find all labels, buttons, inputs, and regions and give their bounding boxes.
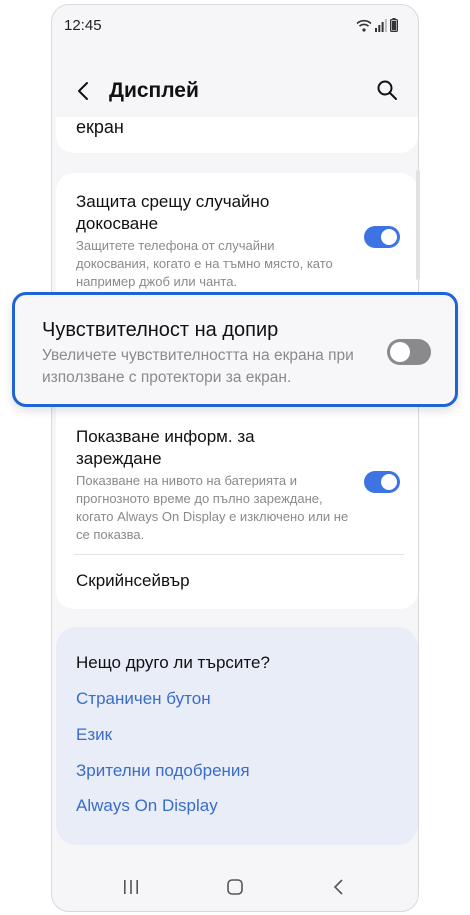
settings-item-label: екран: [76, 117, 124, 137]
toggle-knob: [381, 474, 397, 490]
charging-info-title: Показване информ. за зареждане: [76, 427, 255, 468]
page-title: Дисплей: [109, 79, 199, 102]
back-nav-icon[interactable]: [332, 879, 346, 895]
accidental-touch-row[interactable]: Защита срещу случайно докосване Защитете…: [56, 173, 418, 291]
charging-info-row[interactable]: Показване информ. за зареждане Показване…: [56, 417, 418, 549]
phone-frame: 12:45 Дисплей екран Защита срещу случайн…: [51, 4, 419, 912]
settings-item-screen[interactable]: екран: [56, 117, 418, 153]
accidental-touch-toggle[interactable]: [364, 226, 400, 248]
app-header: Дисплей: [52, 67, 418, 115]
battery-icon: [390, 18, 398, 32]
status-bar: 12:45: [52, 5, 418, 45]
navigation-bar: [52, 865, 418, 911]
accidental-touch-title: Защита срещу случайно докосване: [76, 192, 270, 233]
charging-info-description: Показване на нивото на батерията и прогн…: [76, 473, 349, 542]
suggestions-title: Нещо друго ли търсите?: [76, 653, 270, 672]
touch-sensitivity-toggle[interactable]: [387, 339, 431, 365]
phone-side-button: [416, 170, 420, 280]
accidental-touch-description: Защитете телефона от случайни докосвания…: [76, 238, 333, 289]
recent-apps-icon[interactable]: [122, 879, 140, 895]
home-icon[interactable]: [226, 879, 244, 895]
touch-sensitivity-description: Увеличете чувствителността на екрана при…: [42, 347, 354, 386]
suggestion-link-side-button[interactable]: Страничен бутон: [76, 689, 211, 709]
status-time: 12:45: [64, 17, 102, 34]
suggestions-card: Нещо друго ли търсите? Страничен бутон Е…: [56, 627, 418, 845]
toggle-knob: [381, 229, 397, 245]
charging-info-toggle[interactable]: [364, 471, 400, 493]
status-icons: [356, 18, 398, 32]
suggestion-link-visibility[interactable]: Зрителни подобрения: [76, 761, 250, 781]
toggle-knob: [390, 342, 410, 362]
touch-sensitivity-title: Чувствителност на допир: [42, 319, 279, 341]
screensaver-row[interactable]: Скрийнсейвър: [56, 555, 418, 609]
touch-sensitivity-row[interactable]: Чувствителност на допир Увеличете чувств…: [12, 292, 458, 407]
search-icon[interactable]: [376, 79, 398, 101]
signal-icon: [375, 19, 387, 32]
suggestion-link-always-on-display[interactable]: Always On Display: [76, 796, 218, 816]
suggestion-link-language[interactable]: Език: [76, 725, 112, 745]
wifi-icon: [356, 19, 372, 32]
screensaver-title: Скрийнсейвър: [76, 571, 190, 590]
back-arrow-icon[interactable]: [72, 79, 96, 103]
